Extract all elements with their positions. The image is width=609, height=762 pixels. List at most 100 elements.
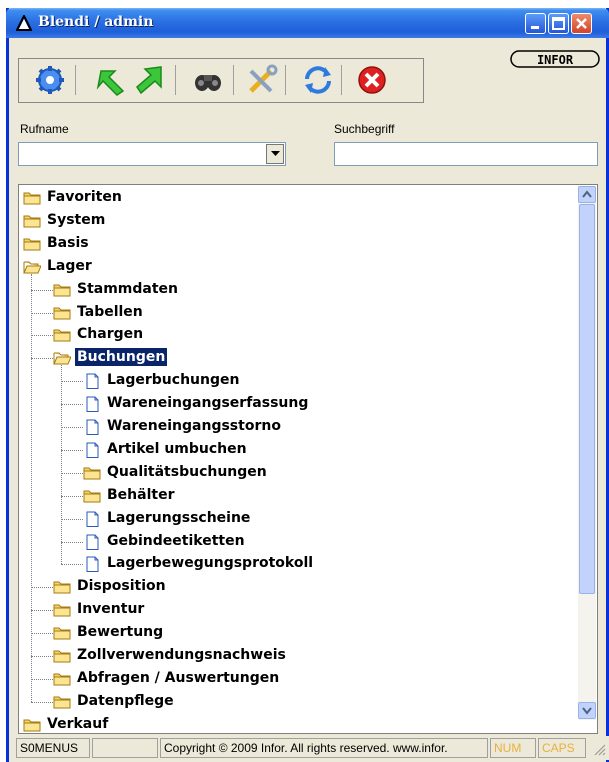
close-red-icon[interactable] bbox=[355, 63, 389, 97]
tree-item-folder[interactable]: System bbox=[23, 210, 579, 232]
tree-item-document[interactable]: Wareneingangsstorno bbox=[83, 416, 579, 438]
tree-item-folder[interactable]: Chargen bbox=[53, 324, 579, 346]
tree-item-label: Disposition bbox=[77, 578, 166, 595]
folder-icon bbox=[23, 717, 41, 732]
tree-item-document[interactable]: Wareneingangserfassung bbox=[83, 393, 579, 415]
app-triangle-icon bbox=[16, 15, 32, 31]
tree-item-folder[interactable]: Zollverwendungsnachweis bbox=[53, 645, 579, 667]
status-bar: S0MENUS Copyright © 2009 Infor. All righ… bbox=[14, 736, 609, 760]
folder-icon bbox=[53, 694, 71, 709]
tree-item-label: Lager bbox=[47, 257, 92, 274]
tree-item-document[interactable]: Lagerungsscheine bbox=[83, 508, 579, 530]
close-button[interactable] bbox=[571, 13, 592, 34]
scroll-thumb[interactable] bbox=[579, 204, 595, 594]
tree-item-label: Lagerbewegungsprotokoll bbox=[107, 555, 314, 572]
resize-grip-icon[interactable] bbox=[592, 742, 606, 756]
scroll-down-button[interactable] bbox=[578, 702, 596, 719]
chevron-up-icon bbox=[582, 190, 592, 198]
tree-scrollbar[interactable] bbox=[578, 186, 596, 720]
maximize-button[interactable] bbox=[548, 13, 569, 34]
document-icon bbox=[83, 534, 101, 550]
tree-item-folder[interactable]: Datenpflege bbox=[53, 691, 579, 713]
document-icon bbox=[83, 442, 101, 458]
tree-item-label: Gebindeetiketten bbox=[107, 532, 245, 549]
chevron-down-icon bbox=[582, 707, 592, 715]
folder-icon bbox=[53, 327, 71, 342]
tree-item-label: Basis bbox=[47, 234, 89, 251]
document-icon bbox=[83, 556, 101, 573]
status-num: NUM bbox=[490, 738, 536, 758]
green-arrow-right-icon[interactable] bbox=[133, 63, 167, 97]
rufname-label: Rufname bbox=[20, 122, 69, 136]
status-copyright: Copyright © 2009 Infor. All rights reser… bbox=[160, 738, 488, 758]
tree-item-label: Buchungen bbox=[73, 347, 169, 368]
tree-item-label: Tabellen bbox=[77, 303, 143, 320]
binoculars-icon[interactable] bbox=[191, 63, 225, 97]
tree-item-folder[interactable]: Buchungen bbox=[53, 347, 579, 369]
tree-item-label: Behälter bbox=[107, 486, 175, 503]
rufname-dropdown-button[interactable] bbox=[266, 144, 284, 164]
title-bar[interactable]: Blendi / admin bbox=[6, 8, 609, 38]
green-arrow-down-icon[interactable] bbox=[95, 63, 129, 97]
main-toolbar bbox=[18, 58, 424, 103]
gear-icon[interactable] bbox=[33, 63, 67, 97]
tree-item-folder[interactable]: Abfragen / Auswertungen bbox=[53, 668, 579, 690]
folder-open-icon bbox=[53, 350, 72, 365]
tree-item-folder[interactable]: Basis bbox=[23, 233, 579, 255]
suchbegriff-input[interactable] bbox=[334, 142, 598, 166]
maximize-icon bbox=[552, 17, 565, 30]
document-icon bbox=[83, 511, 101, 527]
window-title: Blendi / admin bbox=[38, 14, 154, 30]
document-icon bbox=[83, 396, 101, 413]
tree-item-label: Lagerungsscheine bbox=[107, 509, 251, 526]
folder-icon bbox=[53, 648, 71, 663]
folder-icon bbox=[53, 625, 71, 640]
minimize-icon bbox=[531, 26, 539, 29]
folder-icon bbox=[83, 488, 101, 503]
refresh-icon[interactable] bbox=[301, 63, 335, 97]
rufname-select[interactable] bbox=[18, 142, 286, 166]
tree-item-label: Inventur bbox=[77, 601, 145, 618]
folder-icon bbox=[53, 282, 71, 297]
tree-item-folder[interactable]: Bewertung bbox=[53, 622, 579, 644]
close-icon bbox=[576, 18, 587, 29]
tree-item-folder[interactable]: Stammdaten bbox=[53, 279, 579, 301]
suchbegriff-label: Suchbegriff bbox=[334, 122, 395, 136]
infor-logo: INFOR bbox=[510, 50, 600, 68]
minimize-button[interactable] bbox=[525, 13, 546, 34]
tools-icon[interactable] bbox=[245, 63, 279, 97]
tree-item-folder[interactable]: Behälter bbox=[83, 485, 579, 507]
tree-item-folder[interactable]: Disposition bbox=[53, 576, 579, 598]
tree-item-label: Chargen bbox=[77, 326, 144, 343]
tree-item-document[interactable]: Gebindeetiketten bbox=[83, 531, 579, 553]
tree-item-document[interactable]: Lagerbuchungen bbox=[83, 370, 579, 392]
menu-tree[interactable]: Favoriten System Basis Lager Stammdaten Tabel… bbox=[18, 184, 598, 734]
tree-item-label: Artikel umbuchen bbox=[107, 440, 247, 457]
tree-item-folder[interactable]: Favoriten bbox=[23, 187, 579, 209]
tree-item-folder[interactable]: Lager bbox=[23, 256, 579, 278]
tree-item-label: Lagerbuchungen bbox=[107, 372, 240, 389]
folder-open-icon bbox=[23, 259, 42, 274]
chevron-down-icon bbox=[271, 151, 280, 156]
folder-icon bbox=[53, 579, 71, 594]
status-caps: CAPS bbox=[538, 738, 586, 758]
svg-text:INFOR: INFOR bbox=[537, 53, 574, 67]
tree-item-folder[interactable]: Inventur bbox=[53, 599, 579, 621]
tree-item-label: Verkauf bbox=[47, 715, 109, 732]
tree-item-label: Abfragen / Auswertungen bbox=[77, 669, 280, 686]
tree-item-label: Datenpflege bbox=[77, 692, 174, 709]
folder-icon bbox=[53, 602, 71, 617]
document-icon bbox=[83, 419, 101, 435]
tree-item-folder[interactable]: Tabellen bbox=[53, 302, 579, 324]
tree-item-folder[interactable]: Verkauf bbox=[23, 714, 579, 733]
tree-item-document[interactable]: Artikel umbuchen bbox=[83, 439, 579, 461]
document-icon bbox=[83, 373, 101, 390]
status-blank bbox=[92, 738, 158, 758]
tree-item-folder[interactable]: Qualitätsbuchungen bbox=[83, 462, 579, 484]
tree-item-label: Wareneingangserfassung bbox=[107, 395, 309, 412]
status-module: S0MENUS bbox=[16, 738, 90, 758]
tree-item-document[interactable]: Lagerbewegungsprotokoll bbox=[83, 553, 579, 575]
tree-item-label: Stammdaten bbox=[77, 280, 179, 297]
scroll-up-button[interactable] bbox=[578, 186, 596, 203]
tree-item-label: Favoriten bbox=[47, 189, 122, 205]
